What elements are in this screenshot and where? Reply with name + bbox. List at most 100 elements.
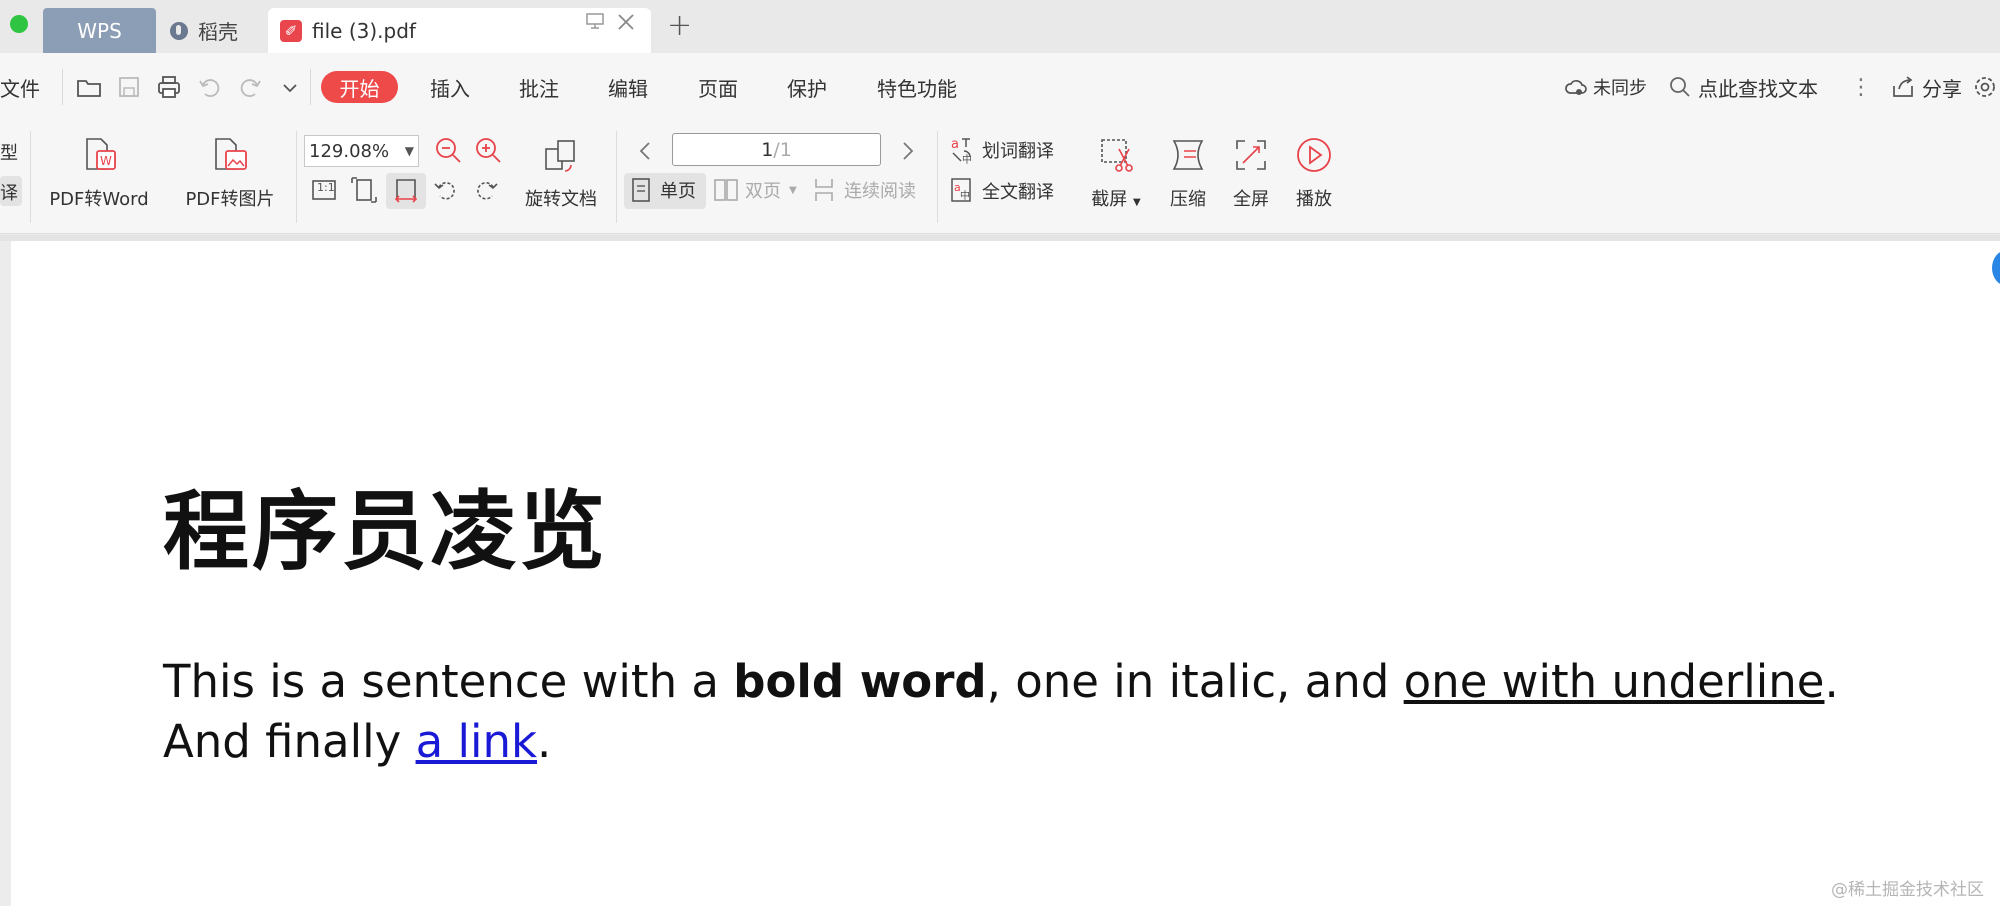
svg-text:W: W — [100, 154, 112, 168]
tab-start[interactable]: 开始 — [321, 71, 398, 103]
close-tab-icon[interactable] — [616, 12, 636, 37]
share-icon — [1893, 76, 1913, 97]
compress-icon — [1172, 140, 1204, 170]
menu-file[interactable]: 文件 — [0, 53, 40, 121]
double-page-button[interactable]: 双页 ▼ — [713, 177, 797, 203]
watermark: @稀土掘金技术社区 — [1831, 880, 1984, 900]
ribbon-toolbar: 型 译 W PDF转Word PDF转图片 129.08% ▼ 1:1 旋转文档… — [0, 121, 2000, 234]
zoom-value: 129.08% — [309, 140, 390, 162]
fit-width-icon[interactable] — [391, 175, 421, 205]
paragraph-text: . — [537, 715, 552, 768]
pdf-to-image-label: PDF转图片 — [185, 189, 275, 210]
open-folder-icon[interactable] — [75, 73, 103, 101]
undo-icon[interactable] — [196, 73, 224, 101]
fullscreen-button[interactable]: 全屏 — [1226, 133, 1276, 223]
share-button[interactable]: 分享 — [1890, 53, 1962, 121]
full-translate-label: 全文翻译 — [982, 182, 1054, 203]
zoom-in-icon[interactable] — [473, 135, 503, 165]
document-heading: 程序员凌览 — [163, 482, 608, 582]
tab-daoke-label: 稻壳 — [198, 20, 238, 44]
cloud-icon — [1565, 80, 1587, 95]
chevron-down-icon: ▼ — [789, 184, 797, 196]
share-label: 分享 — [1922, 76, 1962, 101]
zoom-out-icon[interactable] — [433, 135, 463, 165]
rotate-left-icon[interactable] — [431, 175, 461, 205]
tab-insert[interactable]: 插入 — [430, 53, 470, 121]
pdf-to-word-label: PDF转Word — [49, 189, 149, 210]
divider — [62, 69, 63, 105]
rotate-doc-label: 旋转文档 — [525, 189, 597, 210]
continuous-read-button[interactable]: 连续阅读 — [812, 177, 916, 203]
fit-page-icon[interactable] — [349, 175, 379, 205]
tab-annotate[interactable]: 批注 — [519, 53, 559, 121]
screenshot-label: 截屏 ▼ — [1085, 185, 1147, 211]
single-page-button[interactable]: 单页 — [630, 177, 696, 203]
rotate-doc-button[interactable]: 旋转文档 — [515, 133, 607, 223]
save-icon[interactable] — [115, 73, 143, 101]
pdf-page: 程序员凌览 This is a sentence with a bold wor… — [11, 241, 2000, 906]
divider — [616, 131, 617, 223]
redo-icon[interactable] — [236, 73, 264, 101]
zoom-select[interactable]: 129.08% ▼ — [304, 135, 419, 167]
pdf-to-image-icon — [215, 138, 247, 170]
divider — [937, 131, 938, 223]
word-translate-label: 划词翻译 — [982, 141, 1054, 162]
fullscreen-icon — [1236, 140, 1266, 170]
more-icon[interactable]: ⋮ — [1850, 53, 1872, 121]
continuous-read-label: 连续阅读 — [844, 181, 916, 202]
tab-bar: WPS 稻壳 ✐ file (3).pdf + — [0, 0, 2000, 53]
play-button[interactable]: 播放 — [1289, 133, 1339, 223]
new-tab-button[interactable]: + — [667, 8, 692, 43]
paragraph-bold: bold word — [733, 655, 987, 708]
tab-wps-label: WPS — [77, 18, 122, 43]
rotate-right-icon[interactable] — [471, 175, 501, 205]
paragraph-link[interactable]: a link — [416, 715, 537, 768]
tab-special[interactable]: 特色功能 — [877, 53, 957, 121]
page-total: /1 — [773, 138, 792, 161]
print-icon[interactable] — [155, 73, 183, 101]
ribbon-partial-label-2[interactable]: 译 — [0, 179, 18, 205]
full-translate-icon: a中 — [951, 178, 971, 202]
menu-bar: 文件 开始 插入 批注 编辑 页面 保护 特色功能 未同步 点此查找文本 ⋮ 分… — [0, 53, 2000, 121]
paragraph-text: This is a sentence with a — [163, 655, 734, 708]
rotate-doc-icon — [545, 140, 575, 172]
single-page-icon — [632, 178, 650, 202]
page-number-input[interactable]: 1/1 — [672, 133, 881, 166]
tab-protect[interactable]: 保护 — [787, 53, 827, 121]
divider — [30, 131, 31, 223]
svg-text:中: 中 — [960, 189, 970, 202]
play-label: 播放 — [1296, 189, 1332, 210]
full-translate-button[interactable]: a中 全文翻译 — [950, 177, 1054, 205]
tab-page[interactable]: 页面 — [698, 53, 738, 121]
chevron-down-icon: ▼ — [1133, 197, 1141, 208]
chevron-down-icon[interactable] — [276, 73, 304, 101]
monitor-icon[interactable] — [585, 12, 605, 35]
single-page-label: 单页 — [660, 181, 696, 202]
play-icon — [1297, 138, 1331, 172]
next-page-icon[interactable] — [898, 139, 918, 163]
sync-label: 未同步 — [1593, 78, 1647, 99]
tab-wps[interactable]: WPS — [43, 8, 156, 53]
actual-size-button[interactable]: 1:1 — [309, 175, 339, 205]
pdf-to-image-button[interactable]: PDF转图片 — [175, 133, 285, 223]
tab-edit[interactable]: 编辑 — [608, 53, 648, 121]
screenshot-text: 截屏 — [1091, 189, 1128, 210]
chevron-down-icon: ▼ — [404, 144, 414, 158]
double-page-icon — [714, 179, 738, 201]
sync-status[interactable]: 未同步 — [1563, 53, 1647, 121]
prev-page-icon[interactable] — [635, 139, 655, 163]
compress-button[interactable]: 压缩 — [1163, 133, 1213, 223]
tab-file-label: file (3).pdf — [312, 18, 416, 43]
window-close-dot[interactable] — [10, 15, 28, 33]
ribbon-partial-label-1[interactable]: 型 — [0, 139, 18, 165]
page-current: 1 — [761, 138, 774, 161]
pdf-to-word-button[interactable]: W PDF转Word — [44, 133, 154, 223]
tab-daoke[interactable]: 稻壳 — [170, 8, 260, 53]
svg-text:a: a — [951, 137, 959, 152]
search-text-button[interactable]: 点此查找文本 — [1668, 53, 1818, 121]
search-text-label: 点此查找文本 — [1698, 76, 1818, 101]
daoke-icon — [170, 21, 188, 40]
screenshot-button[interactable]: 截屏 ▼ — [1085, 133, 1147, 223]
word-translate-button[interactable]: a中 划词翻译 — [950, 135, 1054, 165]
gear-icon[interactable] — [1972, 74, 1998, 100]
